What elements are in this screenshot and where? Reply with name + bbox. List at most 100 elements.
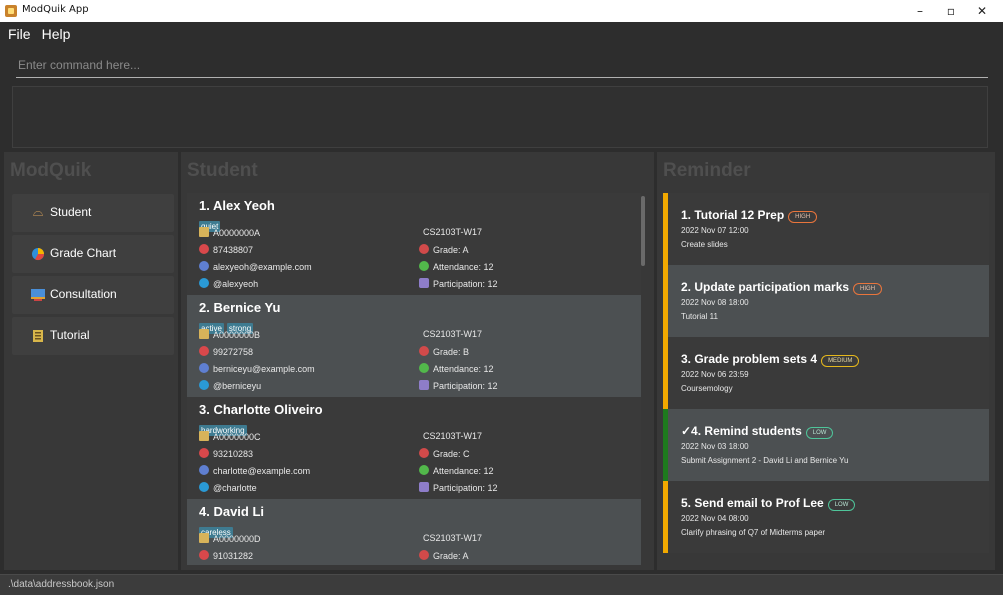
reminder-card[interactable]: 2. Update participation marks HIGH 2022 N… <box>663 265 989 337</box>
reminder-status-bar <box>663 337 668 409</box>
student-telegram: @charlotte <box>199 482 257 494</box>
reminder-description: Coursemology <box>681 384 733 393</box>
email-icon <box>199 261 209 271</box>
id-card-icon <box>199 227 209 237</box>
app-window: ModQuik App – ▫ ✕ File Help ModQuik ⌓ St… <box>0 0 1003 595</box>
command-input[interactable] <box>16 54 988 76</box>
notebook-icon <box>30 329 46 343</box>
reminder-card[interactable]: 3. Grade problem sets 4 MEDIUM 2022 Nov 0… <box>663 337 989 409</box>
email-icon <box>199 465 209 475</box>
menu-help[interactable]: Help <box>42 26 71 42</box>
grade-icon <box>419 244 429 254</box>
email-icon <box>199 363 209 373</box>
student-id: A0000000D <box>199 533 261 545</box>
reminder-title: 2. Update participation marks HIGH <box>681 280 883 295</box>
close-button[interactable]: ✕ <box>971 2 993 20</box>
student-id: A0000000A <box>199 227 260 239</box>
nav-panel: ModQuik ⌓ Student Grade Chart Consultati… <box>4 152 178 570</box>
nav-item-tutorial[interactable]: Tutorial <box>12 317 174 355</box>
student-participation: Participation: 12 <box>419 482 498 494</box>
priority-badge: LOW <box>827 499 856 511</box>
student-card[interactable]: 3. Charlotte Oliveiro hardworking A00000… <box>187 397 641 499</box>
student-grade: Grade: B <box>419 346 469 358</box>
student-class: CS2103T-W17 <box>423 533 483 543</box>
student-name: 4. David Li <box>199 504 265 519</box>
reminder-card[interactable]: 5. Send email to Prof Lee LOW 2022 Nov 04… <box>663 481 989 553</box>
reminder-deadline: 2022 Nov 03 18:00 <box>681 442 749 451</box>
reminder-panel: Reminder 1. Tutorial 12 Prep HIGH 2022 No… <box>657 152 995 570</box>
menu-bar: File Help <box>0 22 1003 46</box>
student-attendance: Attendance: 12 <box>419 363 494 375</box>
check-icon <box>419 261 429 271</box>
menu-file[interactable]: File <box>8 26 31 42</box>
student-name: 3. Charlotte Oliveiro <box>199 402 323 417</box>
student-telegram: @alexyeoh <box>199 278 258 290</box>
student-participation: Participation: 12 <box>419 278 498 290</box>
nav-item-label: Tutorial <box>50 328 90 342</box>
student-phone: 93210283 <box>199 448 253 460</box>
reminder-title: 1. Tutorial 12 Prep HIGH <box>681 208 818 223</box>
command-box <box>16 54 988 78</box>
check-icon <box>419 465 429 475</box>
participation-icon <box>419 380 429 390</box>
nav-item-student[interactable]: ⌓ Student <box>12 194 174 232</box>
student-card[interactable]: 4. David Li careless A0000000D 91031282 … <box>187 499 641 565</box>
student-grade: Grade: C <box>419 448 470 460</box>
student-grade: Grade: A <box>419 550 469 562</box>
reminder-status-bar <box>663 409 668 481</box>
restore-button[interactable]: ▫ <box>940 2 962 20</box>
nav-item-label: Consultation <box>50 287 117 301</box>
reminder-deadline: 2022 Nov 06 23:59 <box>681 370 749 379</box>
student-class: CS2103T-W17 <box>423 329 483 339</box>
student-email: charlotte@example.com <box>199 465 310 477</box>
nav-heading: ModQuik <box>10 160 92 181</box>
student-card[interactable]: 2. Bernice Yu active strong A0000000B 992… <box>187 295 641 397</box>
reminder-card[interactable]: 1. Tutorial 12 Prep HIGH 2022 Nov 07 12:0… <box>663 193 989 265</box>
nav-item-label: Grade Chart <box>50 246 117 260</box>
status-bar: .\data\addressbook.json <box>0 574 1003 595</box>
reminder-deadline: 2022 Nov 04 08:00 <box>681 514 749 523</box>
student-participation: Participation: 12 <box>419 380 498 392</box>
reminder-status-bar <box>663 193 668 265</box>
priority-badge: MEDIUM <box>821 355 860 367</box>
reminder-deadline: 2022 Nov 08 18:00 <box>681 298 749 307</box>
window-title: ModQuik App <box>22 4 89 15</box>
phone-icon <box>199 244 209 254</box>
phone-icon <box>199 448 209 458</box>
student-phone: 99272758 <box>199 346 253 358</box>
telegram-icon <box>199 278 209 288</box>
student-telegram: @berniceyu <box>199 380 261 392</box>
reminder-title: 5. Send email to Prof Lee LOW <box>681 496 856 511</box>
student-list-scrollbar[interactable] <box>641 196 645 266</box>
nav-item-grade-chart[interactable]: Grade Chart <box>12 235 174 273</box>
reminder-description: Tutorial 11 <box>681 312 718 321</box>
id-card-icon <box>199 533 209 543</box>
student-id: A0000000B <box>199 329 260 341</box>
minimize-button[interactable]: – <box>909 2 931 20</box>
participation-icon <box>419 482 429 492</box>
reminder-card[interactable]: ✓4. Remind students LOW 2022 Nov 03 18:00… <box>663 409 989 481</box>
phone-icon <box>199 346 209 356</box>
id-card-icon <box>199 431 209 441</box>
reminder-description: Submit Assignment 2 - David Li and Berni… <box>681 456 849 465</box>
id-card-icon <box>199 329 209 339</box>
student-class: CS2103T-W17 <box>423 431 483 441</box>
student-attendance: Attendance: 12 <box>419 465 494 477</box>
student-list: 1. Alex Yeoh quiet A0000000A 87438807 al… <box>187 193 647 565</box>
priority-badge: LOW <box>805 427 834 439</box>
reminder-title: 3. Grade problem sets 4 MEDIUM <box>681 352 860 367</box>
telegram-icon <box>199 482 209 492</box>
pie-chart-icon <box>30 247 46 261</box>
student-grade: Grade: A <box>419 244 469 256</box>
reminder-deadline: 2022 Nov 07 12:00 <box>681 226 749 235</box>
nav-item-consultation[interactable]: Consultation <box>12 276 174 314</box>
grade-icon <box>419 550 429 560</box>
app-logo-icon <box>5 5 17 17</box>
student-card[interactable]: 1. Alex Yeoh quiet A0000000A 87438807 al… <box>187 193 641 295</box>
consultation-icon <box>30 288 46 302</box>
tag-list: careless <box>199 520 236 538</box>
check-icon <box>419 363 429 373</box>
student-name: 1. Alex Yeoh <box>199 198 275 213</box>
priority-badge: HIGH <box>788 211 818 223</box>
priority-badge: HIGH <box>853 283 883 295</box>
